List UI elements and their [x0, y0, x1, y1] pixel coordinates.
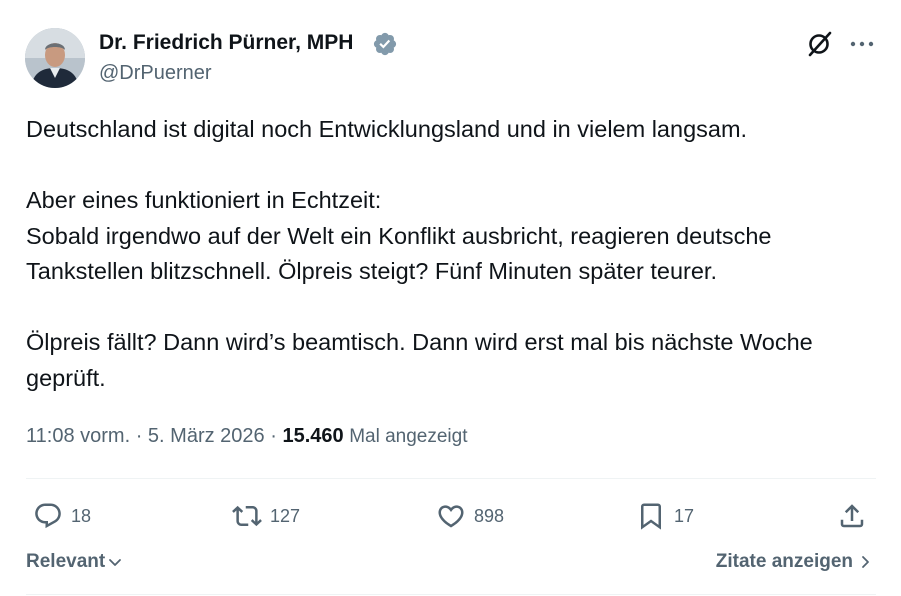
view-quotes-link[interactable]: Zitate anzeigen [716, 551, 873, 573]
like-button[interactable]: 898 [436, 500, 504, 532]
tweet-paragraph: Aber eines funktioniert in Echtzeit: Sob… [26, 187, 772, 284]
author-display-name[interactable]: Dr. Friedrich Pürner, MPH [99, 31, 353, 55]
tweet-date[interactable]: 5. März 2026 [148, 425, 265, 447]
chevron-down-icon [109, 559, 122, 566]
sort-label: Relevant [26, 551, 106, 572]
share-button[interactable] [837, 500, 867, 532]
divider [26, 478, 876, 479]
tweet-card: Dr. Friedrich Pürner, MPH @DrPuerner Deu… [0, 0, 901, 596]
tweet-paragraph: Deutschland ist digital noch Entwicklung… [26, 116, 748, 142]
repost-icon [232, 505, 262, 527]
reply-count: 18 [71, 505, 92, 526]
quotes-label: Zitate anzeigen [715, 551, 853, 572]
reply-button[interactable]: 18 [33, 500, 91, 532]
tweet-meta: 11:08 vorm. · 5. März 2026 · 15.460 Mal … [26, 425, 467, 448]
like-count: 898 [474, 505, 505, 526]
repost-count: 127 [270, 505, 301, 526]
reply-icon [35, 503, 61, 529]
chevron-right-icon [862, 556, 869, 568]
avatar[interactable] [25, 28, 85, 88]
author-handle[interactable]: @DrPuerner [99, 62, 212, 85]
bookmark-icon [641, 503, 661, 530]
verified-badge-icon [373, 32, 397, 56]
tweet-time[interactable]: 11:08 vorm. [26, 425, 130, 447]
divider [26, 594, 876, 595]
views-count: 15.460 [282, 425, 344, 447]
share-icon [840, 504, 864, 528]
meta-separator: · [135, 425, 143, 447]
repost-button[interactable]: 127 [232, 500, 300, 532]
bookmark-count: 17 [674, 505, 695, 526]
grok-icon[interactable] [805, 29, 835, 59]
tweet-paragraph: Ölpreis fällt? Dann wird’s beamtisch. Da… [26, 329, 813, 391]
more-icon[interactable] [849, 34, 875, 54]
views-label: Mal angezeigt [349, 426, 468, 447]
like-icon [438, 505, 464, 528]
bookmark-button[interactable]: 17 [636, 500, 694, 532]
tweet-text: Deutschland ist digital noch Entwicklung… [26, 112, 876, 396]
meta-separator: · [270, 425, 277, 447]
sort-replies-dropdown[interactable]: Relevant [26, 551, 123, 573]
